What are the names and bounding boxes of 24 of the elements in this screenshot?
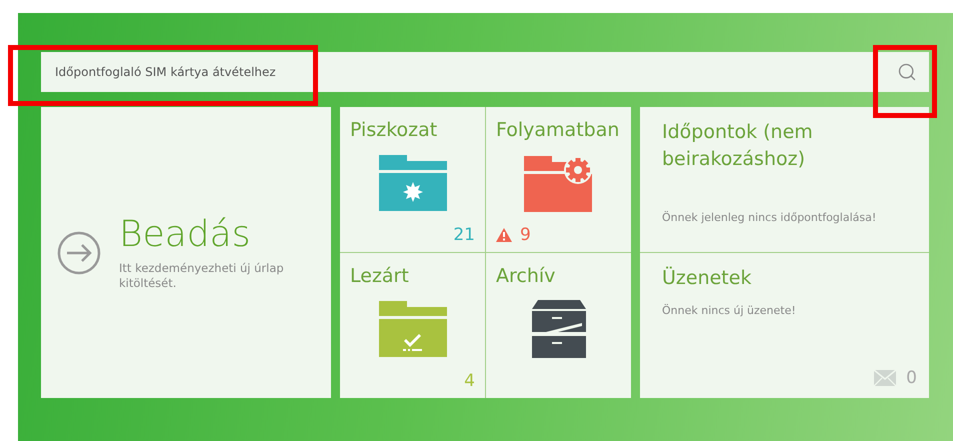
tile-title: Időpontok (nem beirakozáshoz) (662, 120, 814, 172)
tile-title: Folyamatban (496, 119, 620, 141)
folder-tile[interactable]: Archív (486, 253, 631, 398)
tile-title: Piszkozat (350, 119, 438, 141)
info-message: Önnek jelenleg nincs időpontfoglalása! (662, 211, 878, 224)
tile-title: Archív (496, 265, 556, 287)
folder-tile[interactable]: Folyamatban 9 (486, 107, 631, 252)
item-count: 4 (464, 371, 475, 391)
folder-tile[interactable]: Lezárt 4 (340, 253, 485, 398)
info-tile[interactable]: Időpontok (nem beirakozáshoz) Önnek jelenleg nincs időpontfoglalása! (640, 107, 929, 252)
tile-title: Üzenetek (662, 266, 752, 291)
folder-tile[interactable]: Piszkozat 21 (340, 107, 485, 252)
info-tile[interactable]: Üzenetek Önnek nincs új üzenete! 0 (640, 253, 929, 398)
search-icon (897, 62, 917, 82)
envelope-icon (874, 370, 896, 386)
tile-description: Itt kezdeményezheti új úrlap kitöltését. (119, 261, 285, 291)
tile-title: Beadás (119, 214, 252, 255)
item-count: 9 (520, 225, 531, 245)
item-count: 21 (453, 225, 475, 245)
tile-title: Lezárt (350, 265, 410, 287)
submit-tile[interactable]: Beadás Itt kezdeményezheti új úrlap kitöltését. (41, 107, 331, 398)
info-message: Önnek nincs új üzenete! (662, 304, 797, 317)
arrow-circle-icon (57, 230, 101, 274)
message-count: 0 (906, 368, 917, 388)
